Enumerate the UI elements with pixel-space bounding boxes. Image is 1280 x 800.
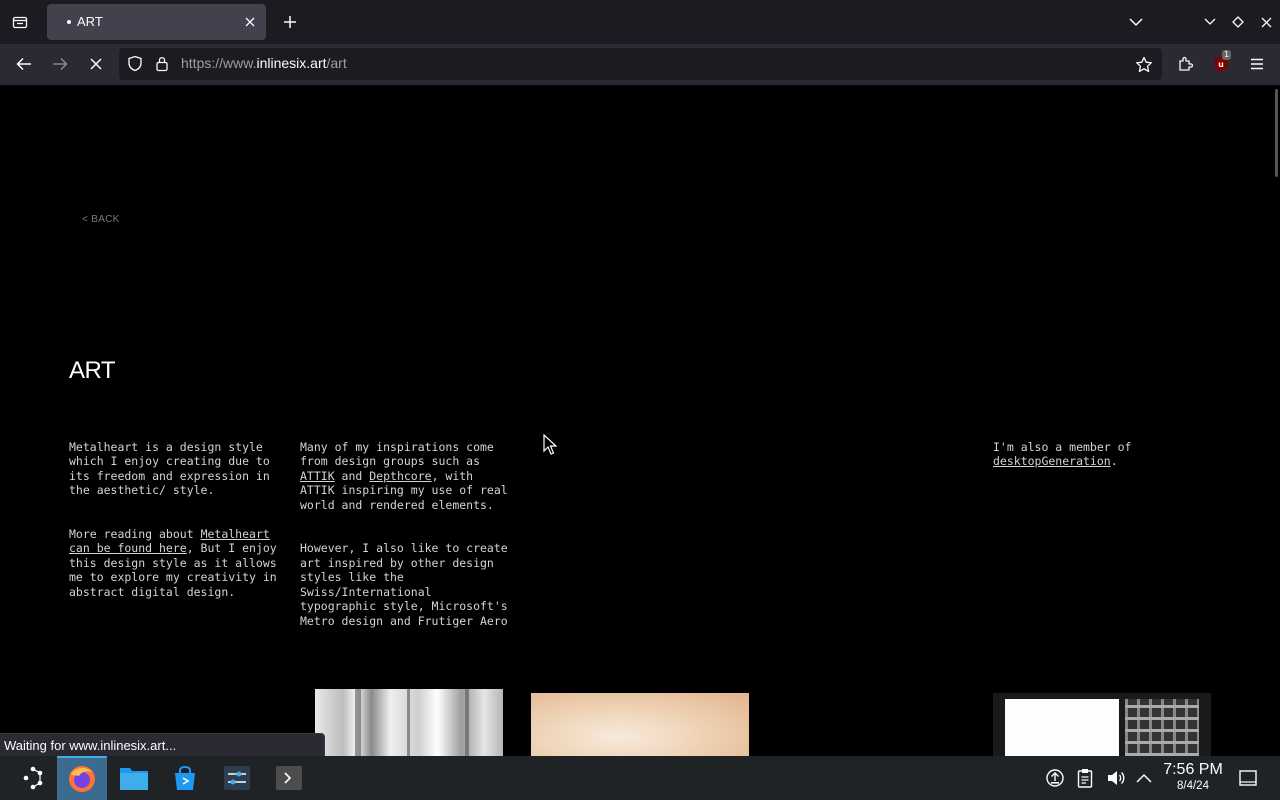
maximize-icon[interactable] xyxy=(1227,10,1249,34)
minimize-icon[interactable] xyxy=(1199,10,1221,34)
system-settings-icon[interactable] xyxy=(212,756,262,800)
tab-bar: ART xyxy=(0,0,1280,44)
close-tab-icon[interactable] xyxy=(240,12,260,32)
tab-title: ART xyxy=(77,14,103,29)
paragraph: I'm also a member of desktopGeneration. xyxy=(993,439,1132,469)
depthcore-link[interactable]: Depthcore xyxy=(369,469,431,483)
window-close-icon[interactable] xyxy=(1255,10,1277,34)
text-column-inspirations: Many of my inspirations come from design… xyxy=(300,425,510,657)
desktopgeneration-link[interactable]: desktopGeneration xyxy=(993,454,1111,468)
text-column-metalheart: Metalheart is a design style which I enj… xyxy=(69,425,279,628)
back-link[interactable]: < BACK xyxy=(82,214,120,225)
update-notifier-icon[interactable] xyxy=(1043,766,1067,790)
page-title: ART xyxy=(69,357,116,384)
loading-dot-icon xyxy=(67,20,71,24)
forward-arrow-icon[interactable] xyxy=(44,48,76,80)
navigation-toolbar: https://www.inlinesix.art/art u 1 xyxy=(0,44,1280,85)
tab-art[interactable]: ART xyxy=(47,4,266,40)
clock-time[interactable]: 7:56 PM xyxy=(1160,761,1226,779)
back-arrow-icon[interactable] xyxy=(8,48,40,80)
artwork-thumbnail-grid[interactable] xyxy=(993,693,1211,756)
web-page: < BACK ART Metalheart is a design style … xyxy=(0,85,1280,756)
paragraph: Metalheart is a design style which I enj… xyxy=(69,439,270,498)
lock-icon[interactable] xyxy=(155,55,169,76)
app-launcher-icon[interactable] xyxy=(8,756,58,800)
artwork-thumbnail-monochrome[interactable] xyxy=(315,689,503,756)
chevron-down-icon[interactable] xyxy=(1122,6,1150,38)
svg-text:u: u xyxy=(1218,60,1224,69)
paragraph: However, I also like to create art inspi… xyxy=(300,541,508,628)
new-tab-icon[interactable] xyxy=(276,7,304,37)
file-manager-icon[interactable] xyxy=(109,756,159,800)
firefox-icon[interactable] xyxy=(57,756,107,800)
status-text: Waiting for www.inlinesix.art... xyxy=(0,733,325,756)
tracking-protection-shield-icon[interactable] xyxy=(127,55,143,76)
terminal-icon[interactable] xyxy=(264,756,314,800)
attik-link[interactable]: ATTIK xyxy=(300,469,335,483)
volume-icon[interactable] xyxy=(1104,766,1128,790)
show-desktop-icon[interactable] xyxy=(1236,766,1260,790)
bookmark-star-icon[interactable] xyxy=(1132,52,1156,76)
text-column-membership: I'm also a member of desktopGeneration. xyxy=(993,425,1213,498)
paragraph: Many of my inspirations come from design… xyxy=(300,439,508,512)
ublock-count-badge: 1 xyxy=(1222,50,1232,60)
chevron-up-icon[interactable] xyxy=(1132,766,1156,790)
ublock-origin-icon[interactable]: u 1 xyxy=(1206,48,1236,80)
taskbar: 7:56 PM 8/4/24 xyxy=(0,756,1280,800)
hamburger-menu-icon[interactable] xyxy=(1242,48,1272,80)
software-store-icon[interactable] xyxy=(160,756,210,800)
mouse-pointer-icon xyxy=(543,434,557,455)
paragraph: More reading about Metalheart can be fou… xyxy=(69,526,277,599)
scrollbar-thumb[interactable] xyxy=(1275,89,1278,177)
extensions-puzzle-icon[interactable] xyxy=(1170,48,1200,80)
url-text[interactable]: https://www.inlinesix.art/art xyxy=(181,55,347,71)
tab-list-icon[interactable] xyxy=(4,6,36,38)
artwork-thumbnail-peach[interactable] xyxy=(531,693,749,756)
clipboard-icon[interactable] xyxy=(1073,766,1097,790)
clock-date[interactable]: 8/4/24 xyxy=(1160,780,1226,792)
stop-loading-icon[interactable] xyxy=(80,48,112,80)
address-bar[interactable]: https://www.inlinesix.art/art xyxy=(119,48,1162,80)
